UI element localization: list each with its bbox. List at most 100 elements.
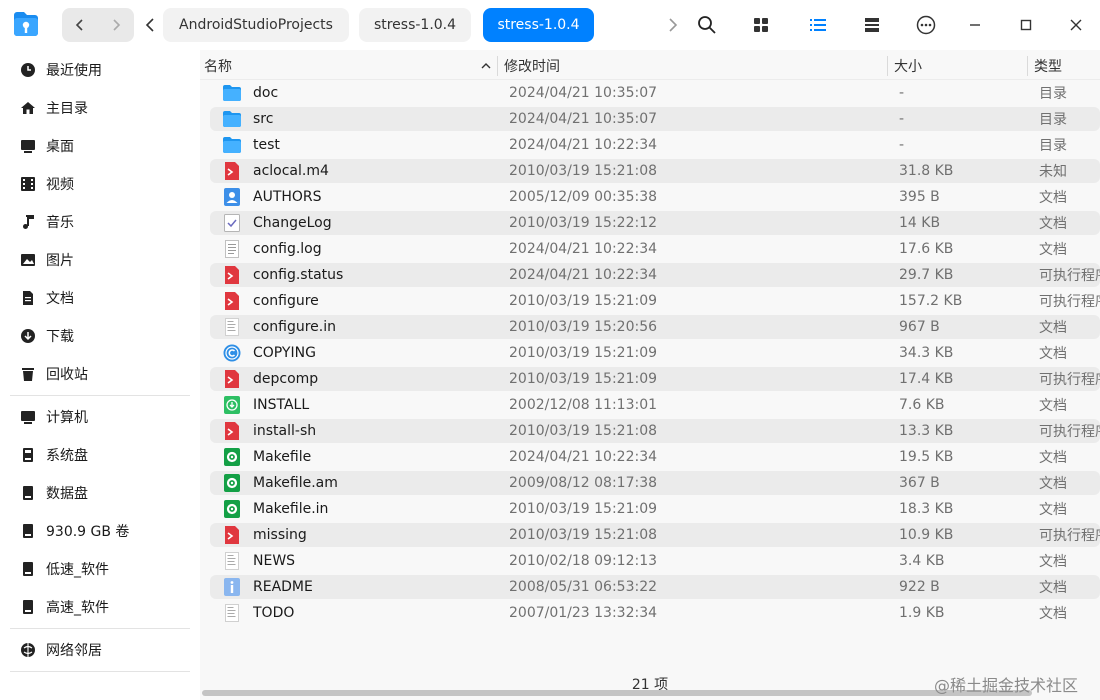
document-icon bbox=[19, 289, 37, 307]
column-header-label: 名称 bbox=[204, 59, 232, 75]
table-row[interactable]: aclocal.m4 2010/03/19 15:21:08 31.8 KB 未知 bbox=[210, 159, 1100, 183]
table-row[interactable]: README 2008/05/31 06:53:22 922 B 文档 bbox=[210, 575, 1100, 599]
file-modified-time: 2010/03/19 15:21:08 bbox=[509, 163, 658, 179]
minimize-icon bbox=[970, 24, 980, 26]
column-divider[interactable] bbox=[1027, 56, 1028, 76]
file-name: configure bbox=[253, 293, 319, 309]
column-header-type[interactable]: 类型 bbox=[1034, 54, 1100, 78]
file-name: NEWS bbox=[253, 553, 296, 569]
more-options-icon bbox=[916, 15, 936, 35]
file-size: - bbox=[899, 111, 905, 127]
install-file-icon bbox=[224, 396, 240, 414]
sidebar-item-recent[interactable]: 最近使用 bbox=[10, 53, 190, 87]
breadcrumb-item[interactable]: stress-1.0.4 bbox=[359, 8, 471, 42]
sidebar-item-downloads[interactable]: 下载 bbox=[10, 319, 190, 353]
sidebar-item-volume[interactable]: 930.9 GB 卷 bbox=[10, 514, 190, 548]
list-view-button[interactable] bbox=[803, 10, 833, 40]
detail-view-button[interactable] bbox=[857, 10, 887, 40]
sidebar-item-network[interactable]: 网络邻居 bbox=[10, 633, 190, 667]
sidebar-item-desktop[interactable]: 桌面 bbox=[10, 129, 190, 163]
file-size: 17.4 KB bbox=[899, 371, 954, 387]
info-icon bbox=[224, 578, 240, 596]
table-row[interactable]: depcomp 2010/03/19 15:21:09 17.4 KB 可执行程序 bbox=[210, 367, 1100, 391]
column-divider[interactable] bbox=[497, 56, 498, 76]
table-row[interactable]: configure.in 2010/03/19 15:20:56 967 B 文档 bbox=[210, 315, 1100, 339]
file-name: config.log bbox=[253, 241, 322, 257]
sidebar-item-pictures[interactable]: 图片 bbox=[10, 243, 190, 277]
file-name: aclocal.m4 bbox=[253, 163, 329, 179]
icon-view-button[interactable] bbox=[746, 10, 776, 40]
file-modified-time: 2010/03/19 15:21:09 bbox=[509, 293, 658, 309]
file-modified-time: 2024/04/21 10:22:34 bbox=[509, 267, 658, 283]
sidebar-item-trash[interactable]: 回收站 bbox=[10, 357, 190, 391]
table-row[interactable]: test 2024/04/21 10:22:34 - 目录 bbox=[210, 133, 1100, 157]
desktop-icon bbox=[19, 137, 37, 155]
sidebar-divider bbox=[10, 671, 190, 672]
breadcrumb-scroll-right-button[interactable] bbox=[658, 10, 688, 40]
file-size: 157.2 KB bbox=[899, 293, 963, 309]
column-header-modified[interactable]: 修改时间 bbox=[504, 54, 884, 78]
sort-ascending-icon bbox=[481, 63, 491, 69]
sidebar-item-system-disk[interactable]: 系统盘 bbox=[10, 438, 190, 472]
makefile-icon bbox=[224, 500, 240, 518]
sidebar-item-label: 高速_软件 bbox=[46, 600, 109, 616]
column-header-size[interactable]: 大小 bbox=[894, 54, 1024, 78]
table-row[interactable]: config.status 2024/04/21 10:22:34 29.7 KB 可… bbox=[210, 263, 1100, 287]
table-row[interactable]: INSTALL 2002/12/08 11:13:01 7.6 KB 文档 bbox=[210, 393, 1100, 417]
script-file-icon bbox=[225, 292, 239, 310]
sidebar-item-fast-software[interactable]: 高速_软件 bbox=[10, 590, 190, 624]
sidebar-item-videos[interactable]: 视频 bbox=[10, 167, 190, 201]
history-nav bbox=[62, 8, 134, 42]
script-file-icon bbox=[225, 422, 239, 440]
main-menu-button[interactable] bbox=[911, 10, 941, 40]
file-type: 可执行程序 bbox=[1039, 424, 1100, 440]
table-row[interactable]: TODO 2007/01/23 13:32:34 1.9 KB 文档 bbox=[210, 601, 1100, 625]
table-row[interactable]: COPYING 2010/03/19 15:21:09 34.3 KB 文档 bbox=[210, 341, 1100, 365]
sidebar-item-label: 低速_软件 bbox=[46, 562, 109, 578]
table-row[interactable]: NEWS 2010/02/18 09:12:13 3.4 KB 文档 bbox=[210, 549, 1100, 573]
breadcrumb-item-current[interactable]: stress-1.0.4 bbox=[483, 8, 594, 42]
folder-icon bbox=[223, 111, 241, 127]
breadcrumb-item[interactable]: AndroidStudioProjects bbox=[163, 8, 349, 42]
search-button[interactable] bbox=[692, 10, 722, 40]
title-bar: AndroidStudioProjects stress-1.0.4 stres… bbox=[0, 0, 1100, 50]
table-row[interactable]: doc 2024/04/21 10:35:07 - 目录 bbox=[210, 81, 1100, 105]
table-row[interactable]: missing 2010/03/19 15:21:08 10.9 KB 可执行程序 bbox=[210, 523, 1100, 547]
file-size: 29.7 KB bbox=[899, 267, 954, 283]
table-row[interactable]: Makefile.in 2010/03/19 15:21:09 18.3 KB 文档 bbox=[210, 497, 1100, 521]
table-row[interactable]: configure 2010/03/19 15:21:09 157.2 KB 可执行程… bbox=[210, 289, 1100, 313]
maximize-button[interactable] bbox=[1011, 10, 1041, 40]
close-button[interactable] bbox=[1061, 10, 1091, 40]
file-type: 文档 bbox=[1039, 502, 1067, 518]
sidebar-item-data-disk[interactable]: 数据盘 bbox=[10, 476, 190, 510]
close-icon bbox=[1070, 19, 1082, 31]
file-modified-time: 2010/03/19 15:21:09 bbox=[509, 501, 658, 517]
breadcrumb-scroll-left-button[interactable] bbox=[140, 8, 160, 42]
sidebar-item-documents[interactable]: 文档 bbox=[10, 281, 190, 315]
table-row[interactable]: Makefile 2024/04/21 10:22:34 19.5 KB 文档 bbox=[210, 445, 1100, 469]
column-divider[interactable] bbox=[887, 56, 888, 76]
horizontal-scrollbar[interactable] bbox=[202, 690, 1032, 696]
sidebar-item-slow-software[interactable]: 低速_软件 bbox=[10, 552, 190, 586]
file-modified-time: 2024/04/21 10:35:07 bbox=[509, 85, 658, 101]
script-file-icon bbox=[225, 370, 239, 388]
forward-button[interactable] bbox=[98, 8, 134, 42]
table-row[interactable]: Makefile.am 2009/08/12 08:17:38 367 B 文档 bbox=[210, 471, 1100, 495]
sidebar-item-label: 系统盘 bbox=[46, 448, 88, 464]
sidebar-item-computer[interactable]: 计算机 bbox=[10, 400, 190, 434]
back-button[interactable] bbox=[62, 8, 98, 42]
sidebar-item-music[interactable]: 音乐 bbox=[10, 205, 190, 239]
file-name: Makefile bbox=[253, 449, 312, 465]
file-modified-time: 2008/05/31 06:53:22 bbox=[509, 579, 658, 595]
table-row[interactable]: src 2024/04/21 10:35:07 - 目录 bbox=[210, 107, 1100, 131]
file-modified-time: 2005/12/09 00:35:38 bbox=[509, 189, 658, 205]
minimize-button[interactable] bbox=[960, 10, 990, 40]
table-row[interactable]: install-sh 2010/03/19 15:21:08 13.3 KB 可执行程… bbox=[210, 419, 1100, 443]
changelog-file-icon bbox=[224, 214, 240, 232]
sidebar-item-home[interactable]: 主目录 bbox=[10, 91, 190, 125]
search-icon bbox=[698, 16, 716, 34]
table-row[interactable]: AUTHORS 2005/12/09 00:35:38 395 B 文档 bbox=[210, 185, 1100, 209]
table-row[interactable]: config.log 2024/04/21 10:22:34 17.6 KB 文档 bbox=[210, 237, 1100, 261]
table-row[interactable]: ChangeLog 2010/03/19 15:22:12 14 KB 文档 bbox=[210, 211, 1100, 235]
column-header-name[interactable]: 名称 bbox=[204, 54, 494, 78]
